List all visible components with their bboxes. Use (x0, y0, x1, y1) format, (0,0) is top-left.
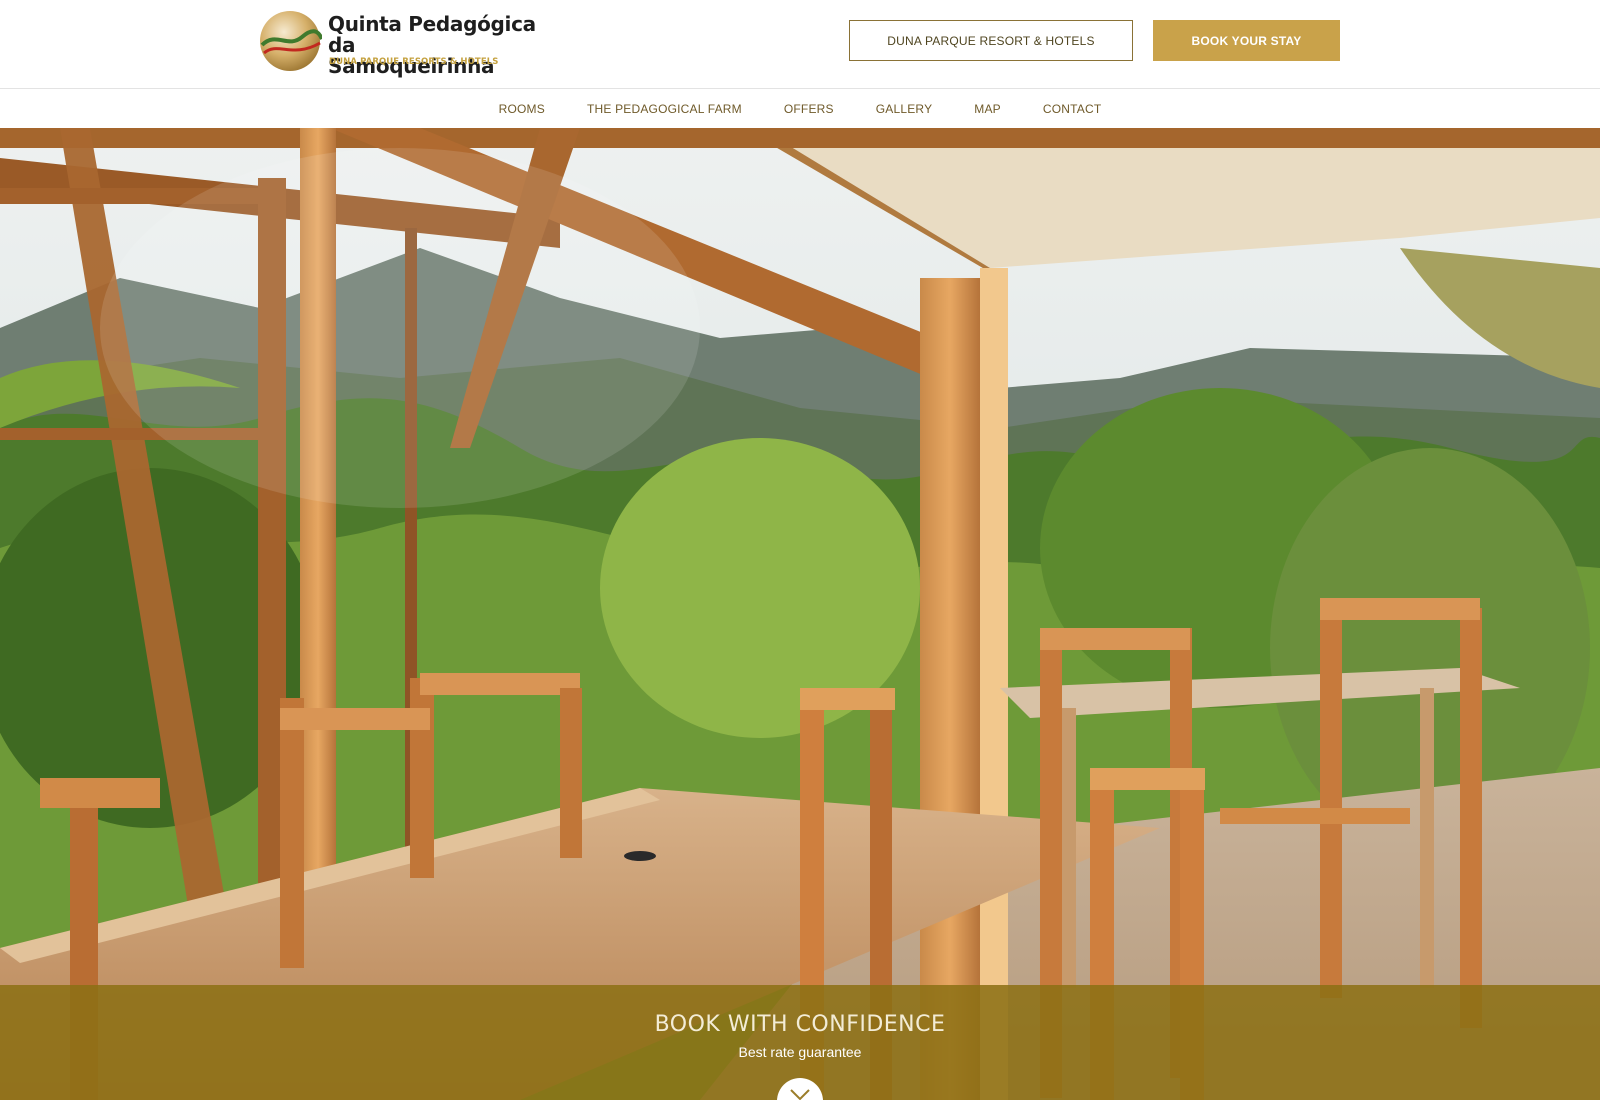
band-title: BOOK WITH CONFIDENCE (654, 1012, 946, 1037)
logo-subtitle: DUNA PARQUE RESORTS & HOTELS (329, 57, 499, 67)
nav-item-gallery[interactable]: GALLERY (876, 102, 933, 116)
logo-title: Quinta Pedagógica da Samoqueirinha (328, 12, 536, 78)
nav-item-rooms[interactable]: ROOMS (499, 102, 545, 116)
site-header: Quinta Pedagógica da Samoqueirinha DUNA … (0, 0, 1600, 89)
site-logo[interactable]: Quinta Pedagógica da Samoqueirinha DUNA … (258, 9, 558, 78)
chevron-down-icon (790, 1089, 810, 1100)
nav-item-map[interactable]: MAP (974, 102, 1001, 116)
nav-item-offers[interactable]: OFFERS (784, 102, 834, 116)
nav-item-contact[interactable]: CONTACT (1043, 102, 1102, 116)
hero-image (0, 128, 1600, 1100)
logo-mark-icon (260, 11, 322, 71)
group-site-button[interactable]: DUNA PARQUE RESORT & HOTELS (849, 20, 1133, 61)
main-nav: ROOMS THE PEDAGOGICAL FARM OFFERS GALLER… (0, 90, 1600, 128)
band-subtitle: Best rate guarantee (738, 1044, 862, 1060)
terrace-photo (0, 128, 1600, 1100)
book-your-stay-button[interactable]: BOOK YOUR STAY (1153, 20, 1340, 61)
nav-item-pedagogical-farm[interactable]: THE PEDAGOGICAL FARM (587, 102, 742, 116)
